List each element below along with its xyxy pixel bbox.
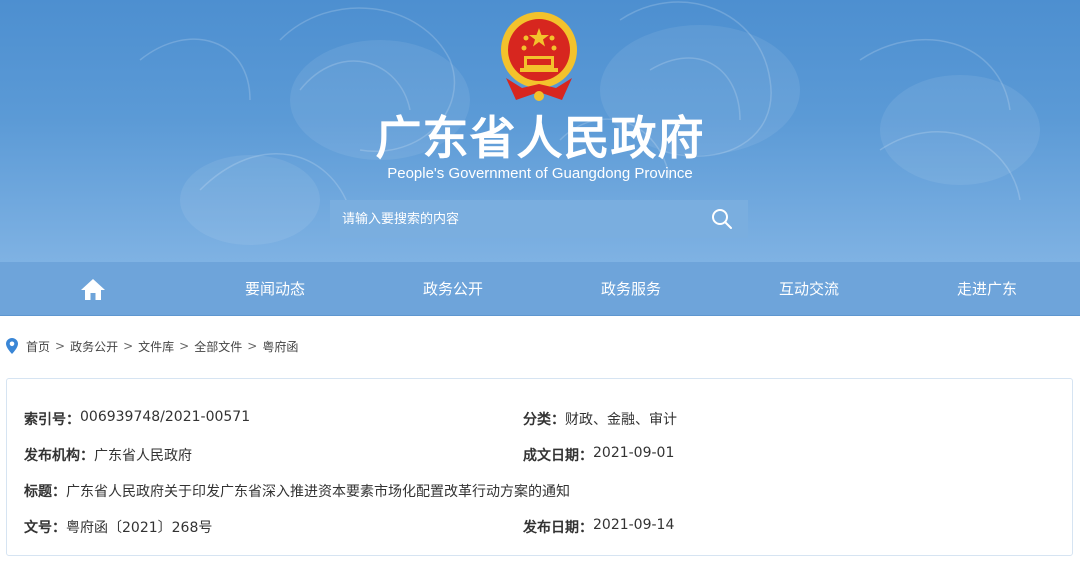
info-row: 文号： 粤府函〔2021〕268号 发布日期： 2021-09-14 xyxy=(7,509,1072,545)
breadcrumb-separator: > xyxy=(179,339,190,353)
main-navigation: 要闻动态 政务公开 政务服务 互动交流 走进广东 xyxy=(0,262,1080,316)
document-info-card: 索引号： 006939748/2021-00571 分类： 财政、金融、审计 发… xyxy=(6,378,1073,556)
breadcrumb-separator: > xyxy=(247,339,258,353)
breadcrumb-document-library[interactable]: 文件库 xyxy=(138,338,174,355)
national-emblem-icon xyxy=(501,12,577,101)
nav-item-interaction[interactable]: 互动交流 xyxy=(720,262,898,316)
nav-item-news[interactable]: 要闻动态 xyxy=(186,262,364,316)
home-icon xyxy=(81,278,105,300)
index-label: 索引号： xyxy=(24,412,80,428)
breadcrumb-separator: > xyxy=(55,339,66,353)
breadcrumb-home[interactable]: 首页 xyxy=(26,338,50,355)
written-date-value: 2021-09-01 xyxy=(593,445,675,461)
doc-number-label: 文号： xyxy=(24,520,66,536)
header-banner: 广东省人民政府 People's Government of Guangdong… xyxy=(0,0,1080,262)
index-value: 006939748/2021-00571 xyxy=(80,409,251,425)
publish-date-label: 发布日期： xyxy=(523,520,593,536)
publisher-label: 发布机构： xyxy=(24,448,94,464)
breadcrumb-government-affairs[interactable]: 政务公开 xyxy=(70,338,118,355)
doc-number-value: 粤府函〔2021〕268号 xyxy=(66,520,213,536)
breadcrumb-separator: > xyxy=(123,339,134,353)
nav-item-government-services[interactable]: 政务服务 xyxy=(542,262,720,316)
info-row: 发布机构： 广东省人民政府 成文日期： 2021-09-01 xyxy=(7,437,1072,473)
search-input[interactable] xyxy=(330,200,696,238)
title-value: 广东省人民政府关于印发广东省深入推进资本要素市场化配置改革行动方案的通知 xyxy=(66,484,570,500)
category-value: 财政、金融、审计 xyxy=(565,412,677,428)
site-subtitle: People's Government of Guangdong Provinc… xyxy=(387,165,693,182)
nav-item-about-guangdong[interactable]: 走进广东 xyxy=(898,262,1076,316)
publish-date-value: 2021-09-14 xyxy=(593,517,675,533)
category-label: 分类： xyxy=(523,412,565,428)
nav-home-button[interactable] xyxy=(0,262,186,316)
search-button[interactable] xyxy=(696,200,748,238)
breadcrumb-all-documents[interactable]: 全部文件 xyxy=(194,338,242,355)
breadcrumb-current[interactable]: 粤府函 xyxy=(262,338,298,355)
breadcrumb: 首页 > 政务公开 > 文件库 > 全部文件 > 粤府函 xyxy=(0,316,1080,376)
location-pin-icon xyxy=(6,338,18,354)
nav-item-government-affairs[interactable]: 政务公开 xyxy=(364,262,542,316)
search-icon xyxy=(712,209,732,229)
search-box xyxy=(330,200,748,238)
site-title: 广东省人民政府 xyxy=(375,111,705,165)
title-label: 标题： xyxy=(24,484,66,500)
info-row: 索引号： 006939748/2021-00571 分类： 财政、金融、审计 xyxy=(7,401,1072,437)
written-date-label: 成文日期： xyxy=(523,448,593,464)
publisher-value: 广东省人民政府 xyxy=(94,448,192,464)
info-row: 标题： 广东省人民政府关于印发广东省深入推进资本要素市场化配置改革行动方案的通知 xyxy=(7,473,1072,509)
